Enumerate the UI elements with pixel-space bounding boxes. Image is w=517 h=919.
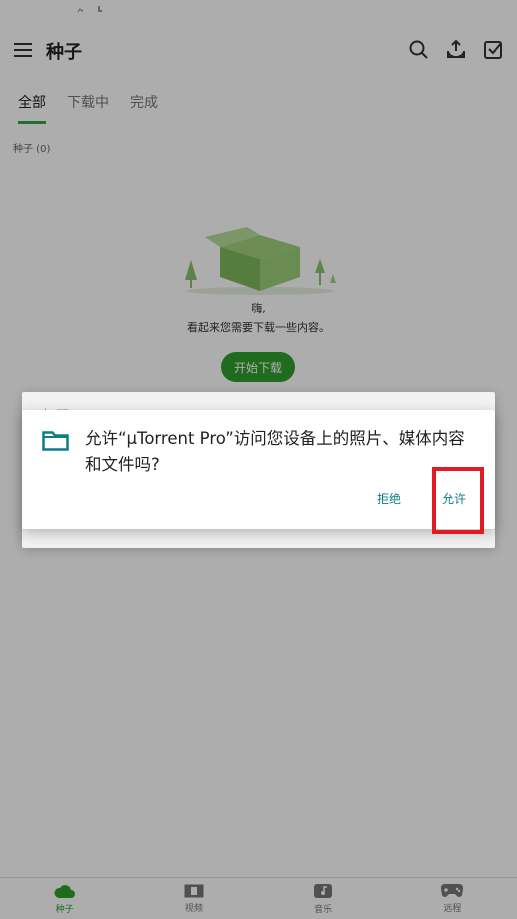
permission-message: 允许“μTorrent Pro”访问您设备上的照片、媒体内容和文件吗? [85,429,465,474]
highlight-box [432,467,484,534]
permission-dialog: 允许“μTorrent Pro”访问您设备上的照片、媒体内容和文件吗? 拒绝 允… [22,410,495,529]
folder-icon [42,430,69,456]
deny-button[interactable]: 拒绝 [377,490,401,507]
